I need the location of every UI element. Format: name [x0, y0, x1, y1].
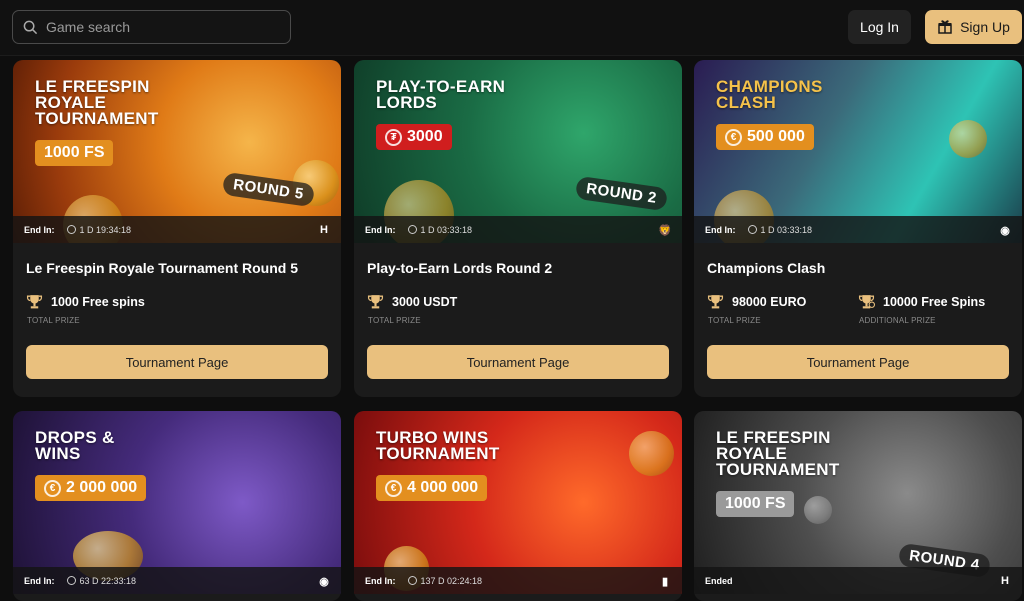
tournament-card: Le Freespin Royale Tournament 1000 FS RO…: [13, 60, 341, 397]
tournament-page-button[interactable]: Tournament Page: [26, 345, 328, 379]
euro-icon: €: [44, 479, 61, 497]
search-icon: [23, 20, 38, 34]
banner-title: Le Freespin Royale Tournament: [716, 428, 840, 479]
tournament-name: Champions Clash: [707, 260, 826, 276]
login-button[interactable]: Log In: [848, 10, 911, 44]
prize-pill: €2 000 000: [35, 475, 147, 501]
end-time: 1 D 19:34:18: [79, 224, 132, 235]
prize-value: 10000 Free Spins: [883, 294, 986, 309]
prize-block: 10000 Free Spins ADDITIONAL PRIZE: [858, 293, 1009, 325]
end-label: Ended: [705, 575, 733, 586]
tournament-card: Champions Clash €500 000 End In: 1 D 03:…: [694, 60, 1022, 397]
timer-bar: End In: 137 D 02:24:18 ▮: [354, 567, 682, 594]
tournament-card: Play-to-Earn Lords ₮ 3000 ROUND 2 End In:…: [354, 60, 682, 397]
euro-icon: €: [385, 479, 402, 497]
banner-title: Play-to-Earn Lords: [376, 77, 506, 112]
timer-bar: End In: 63 D 22:33:18 ◉: [13, 567, 341, 594]
tournament-banner[interactable]: Turbo Wins Tournament €4 000 000 End In:…: [354, 411, 682, 594]
tether-icon: ₮: [385, 128, 402, 146]
timer-bar: End In: 1 D 03:33:18 ◉: [694, 216, 1022, 243]
prize-label: ADDITIONAL PRIZE: [859, 316, 936, 325]
signup-label: Sign Up: [960, 19, 1010, 35]
prize-label: TOTAL PRIZE: [708, 316, 761, 325]
tournament-banner[interactable]: Le Freespin Royale Tournament 1000 FS RO…: [13, 60, 341, 243]
provider-logo-icon: ◉: [1000, 224, 1010, 237]
end-time: 1 D 03:33:18: [760, 224, 813, 235]
prize-block: 1000 Free spins TOTAL PRIZE: [26, 293, 180, 325]
provider-logo-icon: ◉: [319, 575, 329, 588]
gift-icon: [938, 20, 952, 34]
tournament-name: Play-to-Earn Lords Round 2: [367, 260, 553, 276]
banner-title: Drops & Wins: [35, 428, 115, 463]
end-time: 137 D 02:24:18: [420, 575, 483, 586]
prize-pill: €4 000 000: [376, 475, 488, 501]
tournament-banner[interactable]: Le Freespin Royale Tournament 1000 FS RO…: [694, 411, 1022, 594]
banner-title: Champions Clash: [716, 77, 823, 112]
prize-value: 98000 EURO: [732, 294, 807, 309]
end-label: End In:: [24, 224, 55, 235]
clock-icon: [747, 225, 757, 234]
coin-decoration: [629, 431, 674, 476]
timer-bar: End In: 1 D 03:33:18 🦁: [354, 216, 682, 243]
end-time: 1 D 03:33:18: [420, 224, 473, 235]
prize-block: 98000 EURO TOTAL PRIZE: [707, 293, 858, 325]
tournament-banner[interactable]: Champions Clash €500 000 End In: 1 D 03:…: [694, 60, 1022, 243]
clock-icon: [407, 225, 417, 234]
game-search-box[interactable]: [12, 10, 291, 44]
prize-pill: €500 000: [716, 124, 814, 150]
clock-icon: [407, 576, 417, 585]
provider-logo-icon: ▮: [661, 575, 669, 588]
trophy-icon: [707, 295, 724, 309]
tournament-banner[interactable]: Drops & Wins €2 000 000 End In: 63 D 22:…: [13, 411, 341, 594]
clock-icon: [66, 225, 76, 234]
clock-icon: [66, 576, 76, 585]
tournament-page-button[interactable]: Tournament Page: [707, 345, 1009, 379]
trophy-plus-icon: [858, 295, 875, 309]
prize-value: 1000 Free spins: [51, 294, 145, 309]
end-label: End In:: [365, 575, 396, 586]
provider-logo-icon: H: [1001, 575, 1009, 587]
trophy-icon: [367, 295, 384, 309]
end-label: End In:: [365, 224, 396, 235]
prize-label: TOTAL PRIZE: [368, 316, 421, 325]
coin-decoration: [949, 120, 987, 158]
coin-decoration: [804, 496, 832, 524]
banner-title: Turbo Wins Tournament: [376, 428, 500, 463]
trophy-icon: [26, 295, 43, 309]
game-search-input[interactable]: [46, 19, 266, 35]
prize-pill: 1000 FS: [716, 491, 795, 517]
tournament-card: Drops & Wins €2 000 000 End In: 63 D 22:…: [13, 411, 341, 601]
end-label: End In:: [24, 575, 55, 586]
tournament-name: Le Freespin Royale Tournament Round 5: [26, 260, 299, 276]
top-bar: Log In Sign Up: [0, 0, 1024, 56]
timer-bar: End In: 1 D 19:34:18 H: [13, 216, 341, 243]
prize-value: 3000 USDT: [392, 294, 458, 309]
timer-bar: Ended H: [694, 567, 1022, 594]
banner-title: Le Freespin Royale Tournament: [35, 77, 159, 128]
prize-pill: 1000 FS: [35, 140, 114, 166]
provider-logo-icon: H: [320, 224, 328, 236]
prize-pill: ₮ 3000: [376, 124, 452, 150]
tournament-banner[interactable]: Play-to-Earn Lords ₮ 3000 ROUND 2 End In:…: [354, 60, 682, 243]
round-tag: ROUND 2: [574, 175, 669, 212]
end-time: 63 D 22:33:18: [79, 575, 137, 586]
prize-block: 3000 USDT TOTAL PRIZE: [367, 293, 521, 325]
tournament-page-button[interactable]: Tournament Page: [367, 345, 669, 379]
provider-logo-icon: 🦁: [658, 224, 672, 237]
tournament-card: Le Freespin Royale Tournament 1000 FS RO…: [694, 411, 1022, 601]
euro-icon: €: [725, 128, 742, 146]
end-label: End In:: [705, 224, 736, 235]
prize-label: TOTAL PRIZE: [27, 316, 80, 325]
signup-button[interactable]: Sign Up: [925, 10, 1022, 44]
tournament-card: Turbo Wins Tournament €4 000 000 End In:…: [354, 411, 682, 601]
